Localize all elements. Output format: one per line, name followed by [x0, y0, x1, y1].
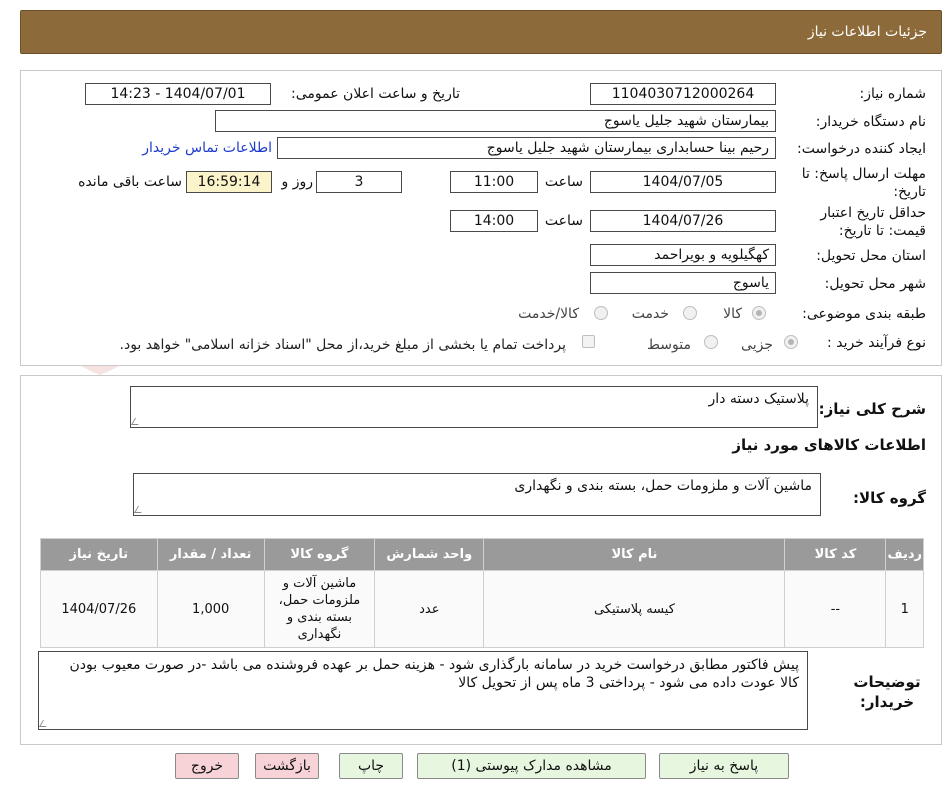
announce-label: تاریخ و ساعت اعلان عمومی: [291, 86, 460, 102]
price-validity-date-field: 1404/07/26 [590, 210, 776, 232]
col-name: نام کالا [483, 538, 786, 571]
print-button[interactable]: چاپ [339, 753, 403, 779]
category-option-goods-service: کالا/خدمت [518, 306, 579, 322]
summary-label: شرح کلی نیاز: [818, 400, 926, 418]
table-row: 1 -- کیسه پلاستیکی عدد ماشین آلات و ملزو… [40, 570, 924, 648]
col-code: کد کالا [784, 538, 887, 571]
category-option-goods: کالا [723, 306, 742, 322]
goods-info-title: اطلاعات کالاهای مورد نیاز [732, 436, 926, 454]
treasury-checkbox[interactable] [582, 335, 595, 348]
goods-group-label: گروه کالا: [853, 489, 926, 507]
process-option-medium: متوسط [647, 337, 691, 353]
goods-group-textbox[interactable]: ماشین آلات و ملزومات حمل، بسته بندی و نگ… [133, 473, 821, 516]
cell-code: -- [784, 570, 887, 648]
page-header: جزئیات اطلاعات نیاز [20, 10, 942, 54]
process-option-minor: جزیی [741, 337, 773, 353]
col-date: تاریخ نیاز [40, 538, 158, 571]
province-field: کهگیلویه و بویراحمد [590, 244, 776, 266]
reply-days-field: 3 [316, 171, 402, 193]
category-radio-goods-service[interactable] [594, 306, 608, 320]
view-attachments-button[interactable]: مشاهده مدارک پیوستی (1) [417, 753, 646, 779]
col-row: ردیف [885, 538, 924, 571]
reply-days-label: روز و [281, 174, 314, 190]
city-label: شهر محل تحویل: [824, 276, 926, 292]
treasury-checkbox-text: پرداخت تمام یا بخشی از مبلغ خرید،از محل … [119, 337, 566, 353]
col-qty: تعداد / مقدار [156, 538, 265, 571]
category-radio-service[interactable] [683, 306, 697, 320]
cell-name: کیسه پلاستیکی [483, 570, 786, 648]
reply-time-label: ساعت [544, 174, 583, 190]
summary-textbox[interactable]: پلاستیک دسته دار [130, 386, 818, 428]
resize-grip-icon[interactable] [133, 506, 146, 513]
city-field: یاسوج [590, 272, 776, 294]
need-number-field: 1104030712000264 [590, 83, 776, 105]
announce-field: 1404/07/01 - 14:23 [85, 83, 271, 105]
summary-text: پلاستیک دسته دار [708, 391, 809, 407]
need-number-label: شماره نیاز: [859, 86, 927, 102]
price-validity-time-label: ساعت [544, 213, 583, 229]
col-group: گروه کالا [263, 538, 376, 571]
buyer-contact-link[interactable]: اطلاعات تماس خریدار [142, 140, 272, 156]
buyer-notes-line1: پیش فاکتور مطابق درخواست خرید در سامانه … [69, 657, 799, 673]
exit-button[interactable]: خروج [175, 753, 239, 779]
requester-label: ایجاد کننده درخواست: [797, 141, 926, 157]
back-button[interactable]: بازگشت [255, 753, 319, 779]
col-unit: واحد شمارش [374, 538, 485, 571]
cell-row: 1 [885, 570, 924, 648]
price-validity-time-field: 14:00 [450, 210, 538, 232]
price-validity-label: حداقل تاریخ اعتبار قیمت: تا تاریخ: [820, 205, 926, 239]
items-table: ردیف کد کالا نام کالا واحد شمارش گروه کا… [40, 538, 924, 648]
resize-grip-icon[interactable] [130, 418, 143, 425]
process-radio-minor[interactable] [784, 335, 798, 349]
requester-field: رحیم بینا حسابداری بیمارستان شهید جلیل ی… [277, 137, 776, 159]
table-header-row: ردیف کد کالا نام کالا واحد شمارش گروه کا… [40, 538, 924, 571]
buyer-notes-line2: کالا عودت داده می شود - پرداختی 3 ماه پس… [458, 675, 799, 691]
buyer-notes-label: توضیحات خریدار: [853, 673, 921, 711]
remaining-label: ساعت باقی مانده [78, 174, 182, 190]
buyer-notes-textbox[interactable]: پیش فاکتور مطابق درخواست خرید در سامانه … [38, 651, 808, 730]
buyer-org-field: بیمارستان شهید جلیل یاسوج [215, 110, 776, 132]
reply-time-field: 11:00 [450, 171, 538, 193]
reply-deadline-label: مهلت ارسال پاسخ: تا تاریخ: [801, 166, 926, 200]
province-label: استان محل تحویل: [816, 248, 926, 264]
cell-group: ماشین آلات و ملزومات حمل، بسته بندی و نگ… [263, 570, 376, 648]
category-label: طبقه بندی موضوعی: [802, 306, 926, 322]
page-title: جزئیات اطلاعات نیاز [807, 24, 927, 40]
reply-button[interactable]: پاسخ به نیاز [659, 753, 789, 779]
category-option-service: خدمت [631, 306, 669, 322]
cell-date: 1404/07/26 [40, 570, 158, 648]
cell-unit: عدد [374, 570, 485, 648]
resize-grip-icon[interactable] [38, 720, 51, 727]
cell-qty: 1,000 [156, 570, 265, 648]
buyer-org-label: نام دستگاه خریدار: [815, 114, 926, 130]
reply-date-field: 1404/07/05 [590, 171, 776, 193]
process-radio-medium[interactable] [704, 335, 718, 349]
goods-group-text: ماشین آلات و ملزومات حمل، بسته بندی و نگ… [514, 478, 812, 494]
category-radio-goods[interactable] [752, 306, 766, 320]
process-label: نوع فرآیند خرید : [827, 335, 926, 351]
remaining-time-field: 16:59:14 [186, 171, 272, 193]
